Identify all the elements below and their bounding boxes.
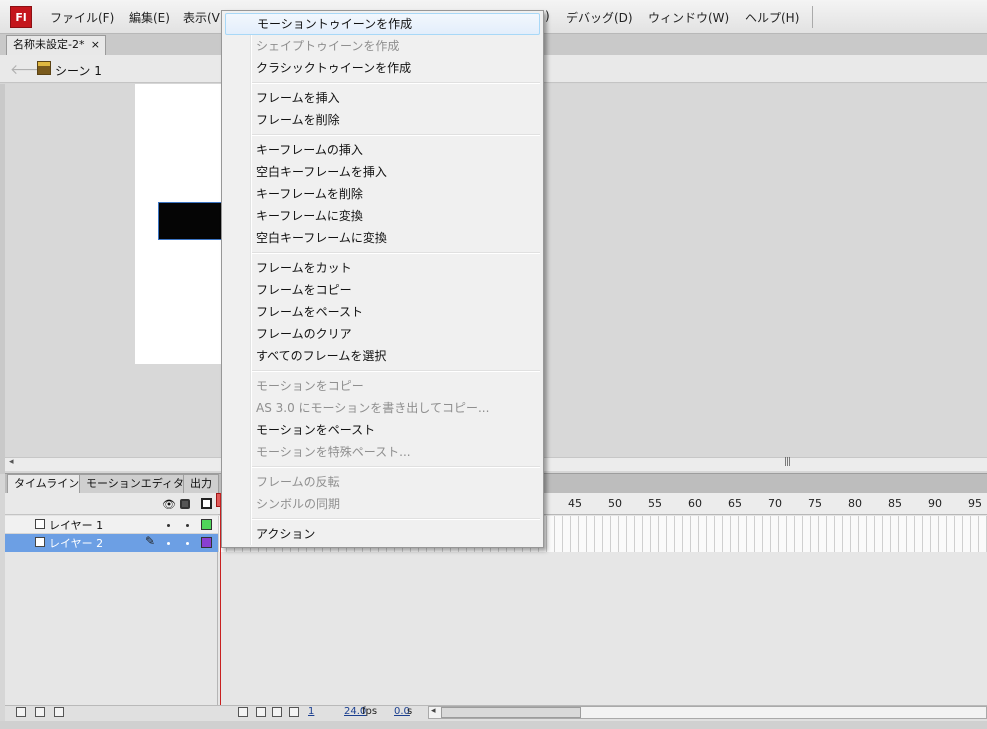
scroll-grip-icon[interactable]: |||	[784, 457, 791, 467]
rectangle-shape[interactable]	[158, 202, 225, 240]
ruler-number: 95	[968, 497, 982, 510]
frame-grid-empty	[218, 552, 987, 707]
onion-outline-icon[interactable]	[272, 707, 282, 717]
ruler-number: 65	[728, 497, 742, 510]
menu-separator	[252, 370, 540, 372]
context-menu-item: AS 3.0 にモーションを書き出してコピー...	[256, 401, 490, 415]
scroll-left-arrow-icon[interactable]: ◂	[9, 457, 14, 467]
scrollbar-thumb[interactable]	[441, 707, 581, 718]
ruler-number: 60	[688, 497, 702, 510]
layer-row[interactable]: レイヤー 1	[5, 516, 218, 534]
scene-label[interactable]: シーン 1	[55, 62, 102, 79]
onion-skin-icon[interactable]	[256, 707, 266, 717]
context-menu-item[interactable]: モーションをペースト	[225, 419, 540, 441]
context-menu-item[interactable]: モーショントゥイーンを作成	[225, 13, 540, 35]
scroll-left-arrow-icon[interactable]: ◂	[431, 706, 436, 716]
context-menu-item[interactable]: 空白キーフレームに変換	[225, 227, 540, 249]
layer-icon	[35, 537, 45, 547]
pencil-icon: ✎	[145, 534, 156, 548]
tab-output[interactable]: 出力	[183, 474, 219, 493]
lock-dot[interactable]	[186, 542, 189, 545]
eye-icon[interactable]: 👁	[162, 498, 176, 511]
layer-outline-color[interactable]	[201, 537, 212, 548]
outline-icon[interactable]	[201, 498, 212, 509]
new-layer-icon[interactable]	[16, 707, 26, 717]
menu-hidden-item[interactable]: )	[545, 9, 550, 23]
context-menu: モーショントゥイーンを作成 シェイプトゥイーンを作成 クラシックトゥイーンを作成 フレ…	[221, 10, 544, 548]
menu-separator	[252, 134, 540, 136]
ruler-number: 90	[928, 497, 942, 510]
lock-icon[interactable]	[180, 499, 190, 509]
context-menu-item: シンボルの同期	[256, 497, 341, 511]
scene-clapper-icon	[37, 61, 51, 75]
context-menu-item[interactable]: キーフレームに変換	[225, 205, 540, 227]
context-menu-item[interactable]: クラシックトゥイーンを作成	[225, 57, 540, 79]
ruler-number: 80	[848, 497, 862, 510]
context-menu-item[interactable]: フレームを挿入	[225, 87, 540, 109]
tab-motion-editor[interactable]: モーションエディタ	[79, 474, 192, 493]
context-menu-item: モーションを特殊ペースト...	[256, 445, 411, 459]
tab-timeline[interactable]: タイムライン	[7, 474, 87, 493]
ruler-number: 55	[648, 497, 662, 510]
new-folder-icon[interactable]	[35, 707, 45, 717]
edit-multiple-frames-icon[interactable]	[289, 707, 299, 717]
context-menu-item[interactable]: フレームをカット	[225, 257, 540, 279]
menu-separator	[252, 82, 540, 84]
context-menu-item[interactable]: フレームをペースト	[225, 301, 540, 323]
layer-list-empty	[5, 552, 218, 707]
menu-debug[interactable]: デバッグ(D)	[566, 9, 633, 26]
ruler-number: 45	[568, 497, 582, 510]
menu-file[interactable]: ファイル(F)	[50, 9, 114, 26]
close-icon[interactable]: ×	[91, 36, 100, 54]
current-frame[interactable]: 1	[308, 706, 314, 717]
trash-icon[interactable]	[54, 707, 64, 717]
menu-edit[interactable]: 編集(E)	[129, 9, 170, 26]
layer-name: レイヤー 1	[49, 519, 104, 532]
layer-name: レイヤー 2	[49, 537, 104, 550]
ruler-number: 75	[808, 497, 822, 510]
context-menu-item[interactable]: フレームのクリア	[225, 323, 540, 345]
context-menu-item[interactable]: 空白キーフレームを挿入	[225, 161, 540, 183]
elapsed-time-unit: s	[407, 706, 413, 717]
context-menu-item[interactable]: キーフレームを削除	[225, 183, 540, 205]
menu-separator	[812, 6, 813, 28]
frame-rate-unit: fps	[362, 706, 378, 717]
context-menu-item[interactable]: アクション	[225, 523, 540, 545]
ruler-number: 85	[888, 497, 902, 510]
menu-help[interactable]: ヘルプ(H)	[745, 9, 799, 26]
context-menu-item[interactable]: キーフレームの挿入	[225, 139, 540, 161]
layer-row[interactable]: レイヤー 2 ✎	[5, 534, 218, 552]
lock-dot[interactable]	[186, 524, 189, 527]
visibility-dot[interactable]	[167, 524, 170, 527]
document-tab-title: 名称未設定-2*	[13, 38, 85, 51]
context-menu-item[interactable]: すべてのフレームを選択	[225, 345, 540, 367]
context-menu-item: フレームの反転	[256, 475, 340, 489]
window-bottom-edge	[0, 721, 987, 729]
document-tab[interactable]: 名称未設定-2* ×	[6, 35, 106, 55]
menu-separator	[252, 518, 540, 520]
layer-outline-color[interactable]	[201, 519, 212, 530]
menu-view[interactable]: 表示(V)	[183, 9, 225, 26]
menu-separator	[252, 466, 540, 468]
context-menu-item: モーションをコピー	[256, 379, 364, 393]
center-frame-icon[interactable]	[238, 707, 248, 717]
context-menu-item[interactable]: フレームを削除	[225, 109, 540, 131]
app-logo: Fl	[10, 6, 32, 28]
ruler-number: 70	[768, 497, 782, 510]
context-menu-item[interactable]: フレームをコピー	[225, 279, 540, 301]
menu-window[interactable]: ウィンドウ(W)	[648, 9, 729, 26]
visibility-dot[interactable]	[167, 542, 170, 545]
layer-icon	[35, 519, 45, 529]
context-menu-item: シェイプトゥイーンを作成	[256, 39, 400, 53]
ruler-number: 50	[608, 497, 622, 510]
menu-separator	[252, 252, 540, 254]
